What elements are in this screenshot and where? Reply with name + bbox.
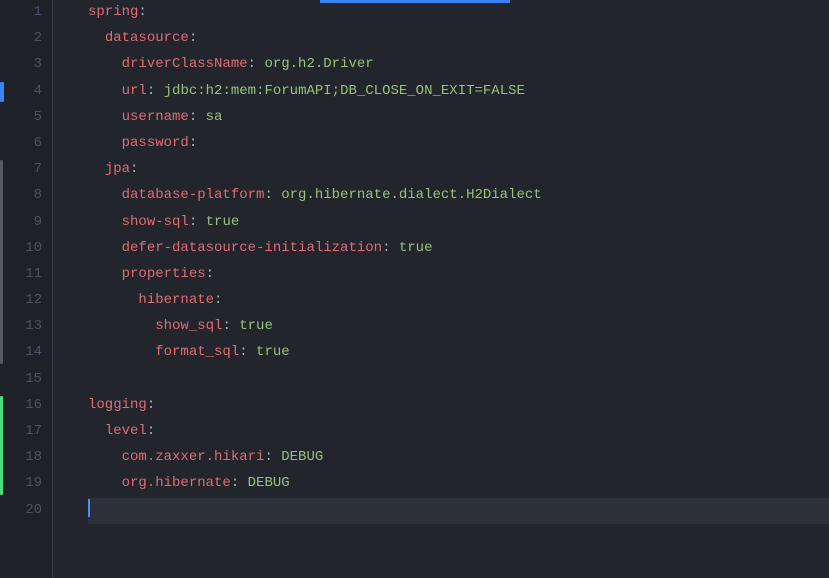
token: true [256, 344, 290, 360]
indent-guide [52, 0, 76, 578]
token: true [206, 214, 240, 230]
line-number: 3 [6, 52, 42, 78]
code-line[interactable]: database-platform: org.hibernate.dialect… [88, 183, 829, 209]
token: jdbc:h2:mem:ForumAPI;DB_CLOSE_ON_EXIT=FA… [164, 83, 525, 99]
cursor [88, 499, 90, 517]
token: show-sql [122, 214, 189, 230]
gutter-mark [0, 160, 3, 364]
token: : [147, 83, 164, 99]
line-number: 15 [6, 367, 42, 393]
token: DEBUG [281, 449, 323, 465]
token: level [105, 423, 147, 439]
token: sa [206, 109, 223, 125]
code-line[interactable]: hibernate: [88, 288, 829, 314]
code-line[interactable]: level: [88, 419, 829, 445]
line-number: 14 [6, 340, 42, 366]
line-number: 8 [6, 183, 42, 209]
token: properties [122, 266, 206, 282]
gutter-mark [0, 82, 4, 102]
token: : [222, 318, 239, 334]
line-number: 16 [6, 393, 42, 419]
token: defer-datasource-initialization [122, 240, 382, 256]
line-number: 19 [6, 471, 42, 497]
token: : [189, 30, 197, 46]
token: : [214, 292, 222, 308]
token: show_sql [155, 318, 222, 334]
line-number: 6 [6, 131, 42, 157]
token: : [382, 240, 399, 256]
token: : [239, 344, 256, 360]
line-number: 18 [6, 445, 42, 471]
token: : [189, 109, 206, 125]
token: true [399, 240, 433, 256]
token: : [147, 423, 155, 439]
code-editor[interactable]: 1234567891011121314151617181920 spring: … [0, 0, 829, 578]
code-line[interactable]: url: jdbc:h2:mem:ForumAPI;DB_CLOSE_ON_EX… [88, 79, 829, 105]
code-line[interactable]: defer-datasource-initialization: true [88, 236, 829, 262]
token: : [189, 135, 197, 151]
line-number: 9 [6, 210, 42, 236]
code-line[interactable]: jpa: [88, 157, 829, 183]
code-line[interactable]: logging: [88, 393, 829, 419]
token: : [130, 161, 138, 177]
line-number: 10 [6, 236, 42, 262]
token: driverClassName [122, 56, 248, 72]
token: : [138, 4, 146, 20]
token: : [206, 266, 214, 282]
token: datasource [105, 30, 189, 46]
token: hibernate [138, 292, 214, 308]
line-number: 2 [6, 26, 42, 52]
gutter-marks [0, 0, 6, 578]
token: username [122, 109, 189, 125]
line-number: 5 [6, 105, 42, 131]
code-line[interactable]: properties: [88, 262, 829, 288]
line-number: 17 [6, 419, 42, 445]
code-line[interactable]: password: [88, 131, 829, 157]
token: : [264, 187, 281, 203]
code-area[interactable]: spring: datasource: driverClassName: org… [76, 0, 829, 578]
line-number: 11 [6, 262, 42, 288]
code-line[interactable]: show_sql: true [88, 314, 829, 340]
token: com.zaxxer.hikari [122, 449, 265, 465]
code-line[interactable]: org.hibernate: DEBUG [88, 471, 829, 497]
code-line[interactable]: spring: [88, 0, 829, 26]
code-line[interactable]: show-sql: true [88, 210, 829, 236]
token: : [264, 449, 281, 465]
token: password [122, 135, 189, 151]
token: jpa [105, 161, 130, 177]
top-scroll-indicator [320, 0, 510, 3]
token: spring [88, 4, 138, 20]
line-number: 1 [6, 0, 42, 26]
token: format_sql [155, 344, 239, 360]
token: org.h2.Driver [264, 56, 373, 72]
line-number: 20 [6, 498, 42, 524]
token: : [189, 214, 206, 230]
gutter-mark [0, 396, 3, 495]
token: org.hibernate.dialect.H2Dialect [281, 187, 541, 203]
code-line[interactable]: format_sql: true [88, 340, 829, 366]
line-number: 13 [6, 314, 42, 340]
code-line[interactable]: driverClassName: org.h2.Driver [88, 52, 829, 78]
token: : [248, 56, 265, 72]
token: true [239, 318, 273, 334]
code-line[interactable] [88, 498, 829, 524]
token: DEBUG [248, 475, 290, 491]
token: org.hibernate [122, 475, 231, 491]
code-line[interactable]: com.zaxxer.hikari: DEBUG [88, 445, 829, 471]
code-line[interactable]: username: sa [88, 105, 829, 131]
token: url [122, 83, 147, 99]
token: : [147, 397, 155, 413]
token: : [231, 475, 248, 491]
code-line[interactable]: datasource: [88, 26, 829, 52]
token: database-platform [122, 187, 265, 203]
line-number: 4 [6, 79, 42, 105]
line-number: 7 [6, 157, 42, 183]
token: logging [88, 397, 147, 413]
code-line[interactable] [88, 367, 829, 393]
line-number: 12 [6, 288, 42, 314]
line-number-gutter: 1234567891011121314151617181920 [6, 0, 52, 578]
